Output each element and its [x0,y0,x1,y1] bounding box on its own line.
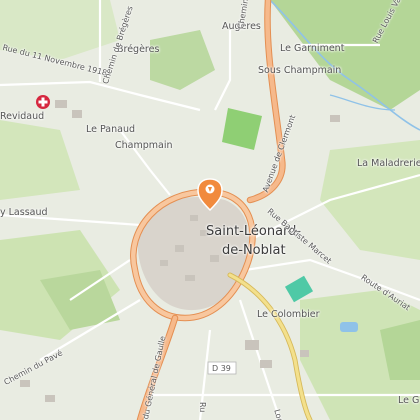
place-label-sous-champmain: Sous Champmain [258,65,342,76]
place-label-le-g: Le G [398,395,420,406]
place-label-lassaud: y Lassaud [0,207,48,218]
map-view[interactable]: Brégères Augères Le Garniment Sous Champ… [0,0,420,420]
place-label-champmain: Champmain [115,140,173,151]
town-label-line2: de-Noblat [222,243,286,258]
place-label-la-maladrerie: La Maladrerie [357,158,420,169]
place-label-le-garniment: Le Garniment [280,43,345,54]
hospital-cross-icon[interactable] [36,95,50,109]
road-label-ru: Ru [198,402,207,413]
pond [340,322,358,332]
place-label-revidaud: Revidaud [0,111,45,122]
place-label-le-panaud: Le Panaud [86,124,136,135]
place-label-le-colombier: Le Colombier [257,309,320,320]
road-label-d39: D 39 [212,364,231,373]
